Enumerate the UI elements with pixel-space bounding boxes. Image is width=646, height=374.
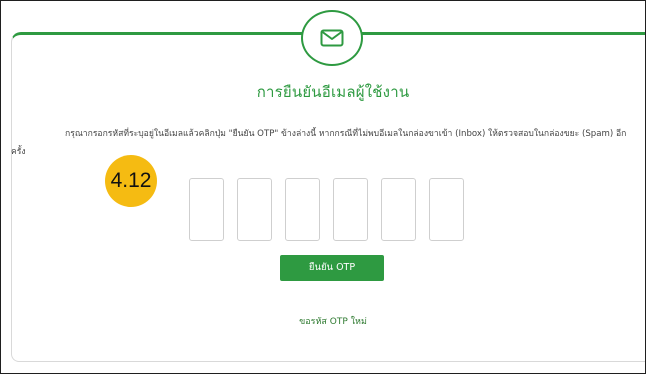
confirm-otp-button[interactable]: ยืนยัน OTP	[280, 255, 384, 281]
envelope-glyph	[320, 29, 344, 47]
envelope-icon	[301, 10, 363, 66]
otp-digit-3[interactable]	[285, 178, 320, 241]
instruction-text: กรุณากรอกรหัสที่ระบุอยู่ในอีเมลแล้วคลิกป…	[11, 129, 627, 157]
otp-digit-2[interactable]	[237, 178, 272, 241]
step-number-badge: 4.12	[105, 155, 157, 207]
screenshot-frame: การยืนยันอีเมลผู้ใช้งาน กรุณากรอกรหัสที่…	[0, 0, 646, 374]
resend-otp-link[interactable]: ขอรหัส OTP ใหม่	[1, 314, 645, 328]
otp-digit-6[interactable]	[429, 178, 464, 241]
otp-digit-1[interactable]	[189, 178, 224, 241]
otp-digit-5[interactable]	[381, 178, 416, 241]
otp-digit-4[interactable]	[333, 178, 368, 241]
otp-input-group	[189, 178, 464, 241]
page-title: การยืนยันอีเมลผู้ใช้งาน	[256, 83, 410, 101]
